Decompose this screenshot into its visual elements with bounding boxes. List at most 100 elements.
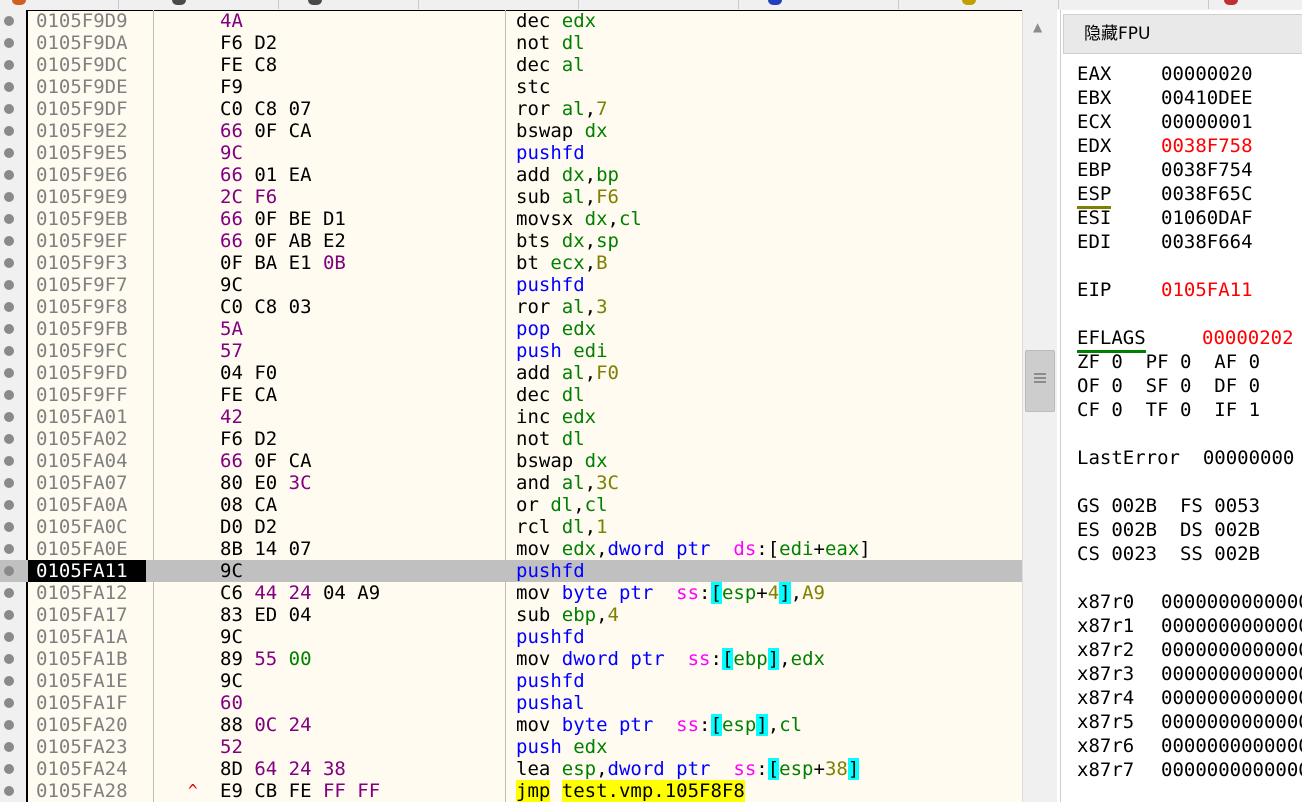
instruction-address[interactable]: 0105F9DE <box>36 76 128 98</box>
breakpoint-dot-icon[interactable] <box>4 632 14 642</box>
register-name[interactable]: x87r5 <box>1077 710 1134 734</box>
toolbar-tab[interactable] <box>418 0 579 9</box>
current-instruction-row[interactable]: 0105FA11 9C pushfd <box>0 560 1022 582</box>
instruction-row[interactable]: 0105FA17 83 ED 04 sub ebp,4 <box>0 604 1022 626</box>
instruction-row[interactable]: 0105FA28 ^ E9 CB FE FF FF jmp test.vmp.105F… <box>0 780 1022 802</box>
register-name[interactable]: x87r6 <box>1077 734 1134 758</box>
instruction-row[interactable]: 0105FA20 88 0C 24 mov byte ptr ss:[esp],cl <box>0 714 1022 736</box>
instruction-address[interactable]: 0105F9E2 <box>36 120 128 142</box>
scrollbar-thumb[interactable] <box>1025 350 1055 412</box>
breakpoint-dot-icon[interactable] <box>4 588 14 598</box>
instruction-address[interactable]: 0105F9E5 <box>36 142 128 164</box>
instruction-address[interactable]: 0105F9F7 <box>36 274 128 296</box>
breakpoint-dot-icon[interactable] <box>4 610 14 620</box>
instruction-address[interactable]: 0105FA04 <box>36 450 128 472</box>
instruction-row[interactable]: 0105F9FF FE CA dec dl <box>0 384 1022 406</box>
instruction-address[interactable]: 0105F9FB <box>36 318 128 340</box>
instruction-row[interactable]: 0105F9EF 66 0F AB E2 bts dx,sp <box>0 230 1022 252</box>
register-name[interactable]: x87r1 <box>1077 614 1134 638</box>
instruction-row[interactable]: 0105F9E5 9C pushfd <box>0 142 1022 164</box>
toolbar-tab[interactable] <box>1058 0 1209 9</box>
register-name[interactable]: EDI <box>1077 230 1111 254</box>
register-value[interactable]: 0000000000000000 <box>1161 710 1302 734</box>
instruction-row[interactable]: 0105F9E9 2C F6 sub al,F6 <box>0 186 1022 208</box>
breakpoint-dot-icon[interactable] <box>4 170 14 180</box>
instruction-row[interactable]: 0105FA1B 89 55 00 mov dword ptr ss:[ebp],e… <box>0 648 1022 670</box>
breakpoint-dot-icon[interactable] <box>4 324 14 334</box>
instruction-row[interactable]: 0105FA12 C6 44 24 04 A9 mov byte ptr ss:[e… <box>0 582 1022 604</box>
register-name[interactable]: x87r0 <box>1077 590 1134 614</box>
instruction-row[interactable]: 0105FA1E 9C pushfd <box>0 670 1022 692</box>
instruction-row[interactable]: 0105F9DE F9 stc <box>0 76 1022 98</box>
breakpoint-dot-icon[interactable] <box>4 302 14 312</box>
register-name[interactable]: EFLAGS <box>1077 326 1146 353</box>
register-name[interactable]: EDX <box>1077 134 1111 158</box>
instruction-row[interactable]: 0105F9F7 9C pushfd <box>0 274 1022 296</box>
register-value[interactable]: 0105FA11 <box>1161 278 1253 302</box>
instruction-row[interactable]: 0105FA1A 9C pushfd <box>0 626 1022 648</box>
instruction-address[interactable]: 0105F9FC <box>36 340 128 362</box>
instruction-address[interactable]: 0105F9F8 <box>36 296 128 318</box>
toolbar-tab[interactable] <box>118 0 279 9</box>
register-name[interactable]: ESP <box>1077 182 1112 209</box>
breakpoint-dot-icon[interactable] <box>4 82 14 92</box>
breakpoint-dot-icon[interactable] <box>4 192 14 202</box>
instruction-address[interactable]: 0105F9F3 <box>36 252 128 274</box>
vertical-scrollbar[interactable]: ▲ <box>1022 10 1057 802</box>
breakpoint-dot-icon[interactable] <box>4 236 14 246</box>
register-name[interactable]: EIP <box>1077 278 1111 302</box>
breakpoint-dot-icon[interactable] <box>4 720 14 730</box>
register-name[interactable]: x87r2 <box>1077 638 1134 662</box>
instruction-address[interactable]: 0105FA23 <box>36 736 128 758</box>
instruction-address[interactable]: 0105FA24 <box>36 758 128 780</box>
instruction-address[interactable]: 0105F9FF <box>36 384 128 406</box>
register-value[interactable]: 0000000000000000 <box>1161 758 1302 782</box>
instruction-row[interactable]: 0105F9FB 5A pop edx <box>0 318 1022 340</box>
toolbar-tab[interactable] <box>578 0 739 9</box>
instruction-address[interactable]: 0105F9FD <box>36 362 128 384</box>
breakpoint-dot-icon[interactable] <box>4 478 14 488</box>
instruction-address[interactable]: 0105F9DC <box>36 54 128 76</box>
instruction-address[interactable]: 0105FA02 <box>36 428 128 450</box>
register-name[interactable]: EBX <box>1077 86 1111 110</box>
breakpoint-dot-icon[interactable] <box>4 742 14 752</box>
disassembly-pane[interactable]: 0105F9D9 4A dec edx 0105F9DA F6 D2 not dl 0105… <box>0 10 1057 802</box>
register-value[interactable]: 0038F664 <box>1161 230 1253 254</box>
instruction-row[interactable]: 0105F9F3 0F BA E1 0B bt ecx,B <box>0 252 1022 274</box>
instruction-row[interactable]: 0105FA0C D0 D2 rcl dl,1 <box>0 516 1022 538</box>
breakpoint-dot-icon[interactable] <box>4 104 14 114</box>
instruction-row[interactable]: 0105FA0A 08 CA or dl,cl <box>0 494 1022 516</box>
breakpoint-dot-icon[interactable] <box>4 786 14 796</box>
instruction-row[interactable]: 0105FA23 52 push edx <box>0 736 1022 758</box>
breakpoint-dot-icon[interactable] <box>4 280 14 290</box>
register-value[interactable]: 0038F758 <box>1161 134 1253 158</box>
instruction-row[interactable]: 0105F9FD 04 F0 add al,F0 <box>0 362 1022 384</box>
instruction-address[interactable]: 0105FA11 <box>28 560 146 582</box>
instruction-row[interactable]: 0105F9E2 66 0F CA bswap dx <box>0 120 1022 142</box>
register-value[interactable]: 0000000000000000 <box>1161 590 1302 614</box>
instruction-address[interactable]: 0105FA20 <box>36 714 128 736</box>
breakpoint-dot-icon[interactable] <box>4 764 14 774</box>
instruction-address[interactable]: 0105FA1F <box>36 692 128 714</box>
breakpoint-dot-icon[interactable] <box>4 456 14 466</box>
segment-registers[interactable]: CS 0023 SS 002B <box>1077 543 1260 565</box>
registers-pane[interactable]: 隐藏FPU EAX 00000020 EBX 00410DEE ECX 00000001 E… <box>1060 10 1302 802</box>
register-name[interactable]: EAX <box>1077 62 1111 86</box>
breakpoint-dot-icon[interactable] <box>4 38 14 48</box>
instruction-address[interactable]: 0105F9E6 <box>36 164 128 186</box>
instruction-address[interactable]: 0105F9EF <box>36 230 128 252</box>
register-value[interactable]: 00000020 <box>1161 62 1253 86</box>
instruction-address[interactable]: 0105FA0E <box>36 538 128 560</box>
breakpoint-dot-icon[interactable] <box>4 346 14 356</box>
instruction-row[interactable]: 0105FA0E 8B 14 07 mov edx,dword ptr ds:[ed… <box>0 538 1022 560</box>
register-name[interactable]: x87r3 <box>1077 662 1134 686</box>
segment-registers[interactable]: GS 002B FS 0053 <box>1077 495 1260 517</box>
breakpoint-dot-icon[interactable] <box>4 676 14 686</box>
instruction-address[interactable]: 0105F9EB <box>36 208 128 230</box>
register-value[interactable]: 0000000000000000 <box>1161 662 1302 686</box>
instruction-address[interactable]: 0105FA1B <box>36 648 128 670</box>
instruction-address[interactable]: 0105FA12 <box>36 582 128 604</box>
instruction-row[interactable]: 0105FA04 66 0F CA bswap dx <box>0 450 1022 472</box>
instruction-row[interactable]: 0105F9FC 57 push edi <box>0 340 1022 362</box>
register-name[interactable]: ESI <box>1077 206 1111 230</box>
